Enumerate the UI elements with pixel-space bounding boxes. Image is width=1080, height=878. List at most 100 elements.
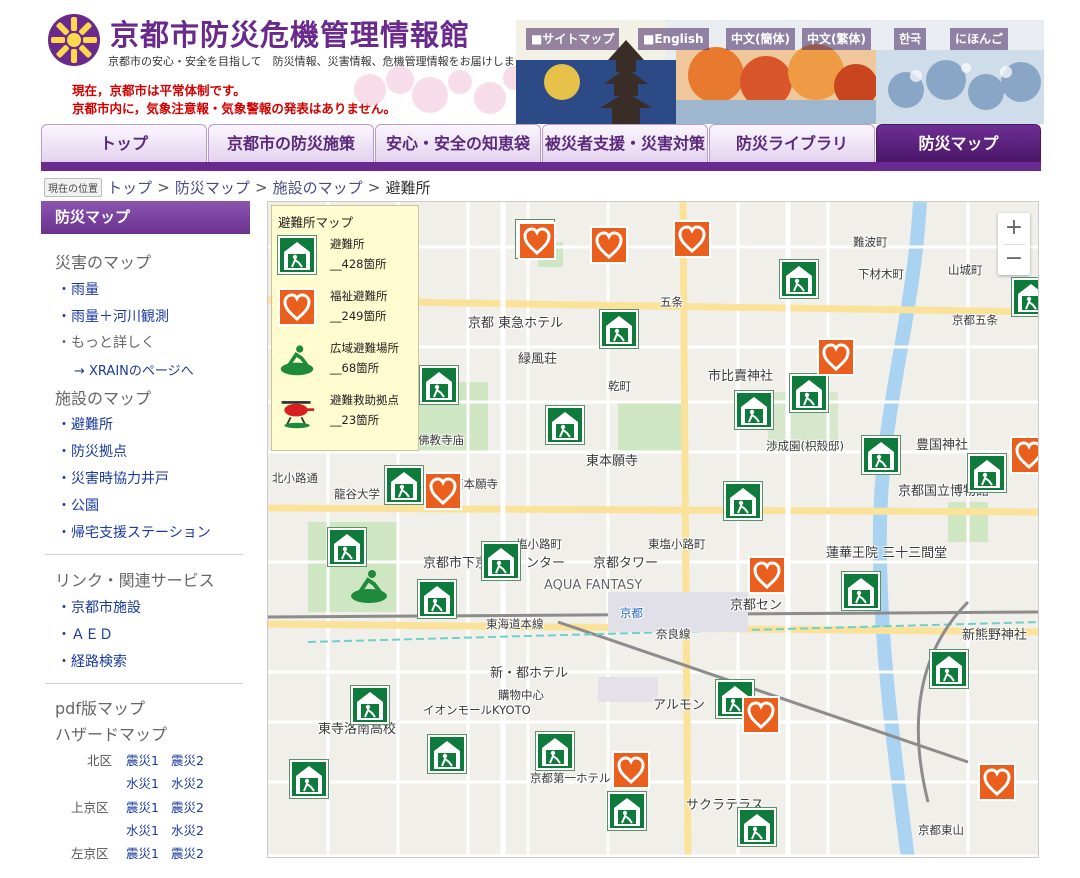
map-label-aeon-mall: イオンモールKYOTO bbox=[423, 703, 531, 717]
shelter-marker[interactable] bbox=[327, 527, 367, 567]
sidebar-item-aed[interactable]: ・ＡＥＤ bbox=[57, 624, 113, 644]
nav-tab-disaster-policy[interactable]: 京都市の防災施策 bbox=[208, 124, 374, 162]
shelter-map[interactable]: 京都 東急ホテル 緑風荘 市比賣神社 佛教寺庙 渉成園(枳殻邸) 豊国神社 東本… bbox=[267, 201, 1039, 858]
shelter-marker[interactable] bbox=[861, 435, 901, 475]
hazard-link-kita-quake1[interactable]: 震災1 bbox=[126, 750, 159, 769]
hazard-link-kita-flood1[interactable]: 水災1 bbox=[126, 773, 159, 792]
nav-tab-top[interactable]: トップ bbox=[41, 124, 207, 162]
sidebar-item-more-detail: ・もっと詳しく bbox=[57, 335, 155, 351]
welfare-shelter-marker[interactable] bbox=[518, 222, 556, 260]
map-label-kyoto-station: 京都 bbox=[620, 606, 643, 620]
shelter-marker[interactable] bbox=[734, 390, 774, 430]
welfare-shelter-marker[interactable] bbox=[673, 220, 711, 258]
welfare-shelter-icon bbox=[278, 288, 316, 326]
welfare-shelter-marker[interactable] bbox=[424, 472, 462, 510]
hazard-link-kita-flood2[interactable]: 水災2 bbox=[171, 773, 204, 792]
shelter-marker[interactable] bbox=[841, 571, 881, 611]
breadcrumb-top[interactable]: トップ bbox=[107, 179, 152, 197]
shelter-marker[interactable] bbox=[481, 541, 521, 581]
sidebar-item-rainfall[interactable]: ・雨量 bbox=[57, 279, 99, 299]
sidebar-item-city-facilities[interactable]: ・京都市施設 bbox=[57, 597, 141, 617]
welfare-shelter-marker[interactable] bbox=[590, 226, 628, 264]
map-label-ryokufuso: 緑風荘 bbox=[518, 352, 558, 367]
hazard-ward-sakyo: 左京区 bbox=[71, 846, 109, 861]
wide-area-evacuation-icon[interactable] bbox=[348, 564, 390, 606]
map-label-aqua-fantasy: AQUA FANTASY bbox=[544, 578, 643, 593]
shelter-marker[interactable] bbox=[419, 365, 459, 405]
shelter-marker[interactable] bbox=[535, 731, 575, 771]
legend-count: __68箇所 bbox=[330, 361, 380, 375]
hazard-link-kamigyo-flood1[interactable]: 水災1 bbox=[126, 820, 159, 839]
legend-name: 福祉避難所 bbox=[330, 289, 388, 303]
welfare-shelter-marker[interactable] bbox=[1010, 436, 1038, 474]
map-label-ryukoku-univ: 龍谷大学 bbox=[334, 487, 380, 501]
welfare-shelter-marker[interactable] bbox=[612, 751, 650, 789]
hazard-link-kamigyo-flood2[interactable]: 水災2 bbox=[171, 820, 204, 839]
sidebar-item-rainfall-river[interactable]: ・雨量＋河川観測 bbox=[57, 306, 169, 326]
sidebar-section-hazard-map: ハザードマップ bbox=[55, 725, 168, 744]
legend-name: 避難救助拠点 bbox=[330, 393, 399, 407]
legend-item-shelter: 避難所 __428箇所 bbox=[276, 235, 418, 286]
shelter-marker[interactable] bbox=[417, 579, 457, 619]
shelter-marker[interactable] bbox=[289, 759, 329, 799]
breadcrumb-facility-map[interactable]: 施設のマップ bbox=[273, 179, 363, 197]
zoom-in-button[interactable]: + bbox=[998, 213, 1030, 244]
zoom-out-button[interactable]: − bbox=[998, 244, 1030, 275]
map-label-almon: アルモン bbox=[653, 698, 705, 713]
breadcrumb-disaster-map[interactable]: 防災マップ bbox=[175, 179, 250, 197]
chinese-traditional-link[interactable]: 中文(繁体) bbox=[802, 28, 871, 50]
hazard-link-kamigyo-quake1[interactable]: 震災1 bbox=[126, 797, 159, 816]
shelter-marker[interactable] bbox=[737, 807, 777, 847]
shelter-marker[interactable] bbox=[607, 791, 647, 831]
shelter-marker[interactable] bbox=[599, 309, 639, 349]
chinese-simplified-link[interactable]: 中文(簡体) bbox=[726, 28, 795, 50]
legend-name: 避難所 bbox=[330, 237, 365, 251]
welfare-shelter-marker[interactable] bbox=[748, 556, 786, 594]
japanese-link[interactable]: にほんご bbox=[950, 28, 1009, 50]
sidebar-item-wells[interactable]: ・災害時協力井戸 bbox=[57, 468, 169, 488]
system-status-text: 現在，京都市は平常体制です。 bbox=[72, 83, 246, 98]
shelter-marker[interactable] bbox=[723, 481, 763, 521]
welfare-shelter-marker[interactable] bbox=[978, 763, 1016, 801]
sidebar-heading: 防災マップ bbox=[41, 201, 250, 234]
hazard-link-sakyo-quake2[interactable]: 震災2 bbox=[171, 843, 204, 862]
nav-tab-disaster-map[interactable]: 防災マップ bbox=[876, 124, 1041, 162]
welfare-shelter-marker[interactable] bbox=[817, 338, 855, 376]
sidebar-item-shelter[interactable]: ・避難所 bbox=[57, 414, 113, 434]
shelter-marker[interactable] bbox=[350, 685, 390, 725]
sidebar-item-route-search[interactable]: ・経路検索 bbox=[57, 651, 127, 671]
welfare-shelter-marker[interactable] bbox=[742, 696, 780, 734]
korean-link[interactable]: 한국 bbox=[894, 28, 927, 50]
map-label-shoseien: 渉成園(枳殻邸) bbox=[766, 439, 844, 453]
nav-underline bbox=[41, 162, 1041, 171]
sidebar-link-xrain[interactable]: → XRAINのページへ bbox=[74, 360, 194, 379]
shelter-marker[interactable] bbox=[1011, 277, 1038, 317]
legend-count: __23箇所 bbox=[330, 413, 380, 427]
english-link[interactable]: ■English bbox=[638, 28, 709, 50]
shelter-marker[interactable] bbox=[967, 453, 1007, 493]
hazard-ward-kamigyo: 上京区 bbox=[71, 800, 109, 815]
nav-tab-library[interactable]: 防災ライブラリ bbox=[709, 124, 875, 162]
hazard-link-kita-quake2[interactable]: 震災2 bbox=[171, 750, 204, 769]
shelter-marker[interactable] bbox=[789, 373, 829, 413]
shelter-marker[interactable] bbox=[779, 259, 819, 299]
hazard-link-sakyo-quake1[interactable]: 震災1 bbox=[126, 843, 159, 862]
hazard-link-kamigyo-quake2[interactable]: 震災2 bbox=[171, 797, 204, 816]
sidebar-item-parks[interactable]: ・公園 bbox=[57, 495, 99, 515]
sidebar-item-disaster-base[interactable]: ・防災拠点 bbox=[57, 441, 127, 461]
sitemap-link[interactable]: ■サイトマップ bbox=[526, 28, 620, 50]
sidebar-section-pdf-map: pdf版マップ bbox=[55, 699, 145, 718]
map-label-inui-cho: 乾町 bbox=[608, 379, 631, 393]
shelter-marker[interactable] bbox=[384, 465, 424, 505]
nav-tab-victim-support[interactable]: 被災者支援・災害対策 bbox=[542, 124, 708, 162]
shelter-marker[interactable] bbox=[427, 734, 467, 774]
kyoto-city-emblem-icon[interactable] bbox=[46, 12, 102, 68]
shelter-marker[interactable] bbox=[545, 405, 585, 445]
wide-area-evacuation-icon bbox=[278, 340, 316, 378]
breadcrumb-current: 避難所 bbox=[385, 179, 431, 197]
shelter-marker[interactable] bbox=[929, 649, 969, 689]
sidebar-item-homecoming-station[interactable]: ・帰宅支援ステーション bbox=[57, 522, 211, 542]
nav-tab-safety-tips[interactable]: 安心・安全の知恵袋 bbox=[375, 124, 541, 162]
map-label-toyokuni-shrine: 豊国神社 bbox=[916, 438, 969, 453]
map-label-imakumano-shrine: 新熊野神社 bbox=[962, 628, 1028, 643]
